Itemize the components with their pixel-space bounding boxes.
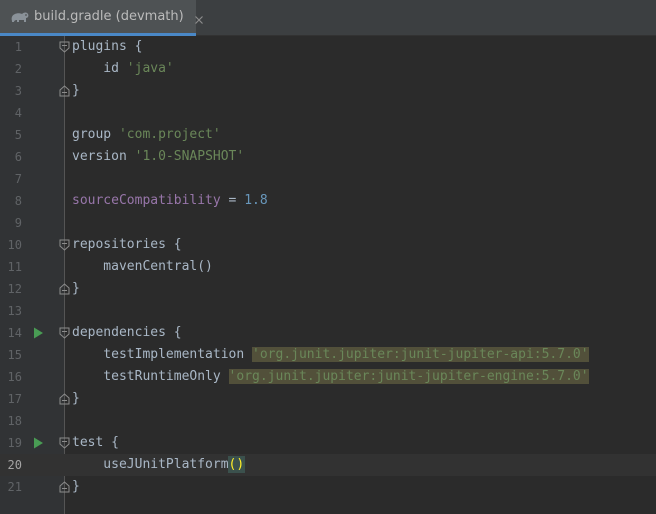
code-line[interactable]: 9 [0, 212, 656, 234]
code-line[interactable]: 4 [0, 102, 656, 124]
line-number: 4 [14, 106, 22, 120]
string-literal: 'com.project' [118, 127, 221, 142]
code-line[interactable]: 8 sourceCompatibility = 1.8 [0, 190, 656, 212]
fold-collapse-icon[interactable] [59, 327, 70, 339]
code-text[interactable]: id 'java' [72, 58, 174, 80]
code-line[interactable]: 20 useJUnitPlatform() [0, 454, 656, 476]
code-token: } [72, 83, 80, 98]
line-number: 13 [7, 304, 22, 318]
code-line[interactable]: 5 group 'com.project' [0, 124, 656, 146]
string-literal: 'java' [126, 61, 174, 76]
code-line[interactable]: 21} [0, 476, 656, 498]
property-name: sourceCompatibility [72, 193, 221, 208]
fold-collapse-icon[interactable] [59, 437, 70, 449]
code-token: testImplementation [72, 347, 253, 362]
line-number: 1 [14, 40, 22, 54]
code-text[interactable]: plugins { [72, 36, 142, 58]
fold-collapse-icon[interactable] [59, 41, 70, 53]
tab-build-gradle[interactable]: build.gradle (devmath) [0, 0, 203, 36]
code-token: dependencies { [72, 325, 182, 340]
line-number: 5 [14, 128, 22, 142]
code-token: = [220, 193, 245, 208]
code-token: useJUnitPlatform [72, 457, 229, 472]
code-text[interactable]: test { [72, 432, 119, 454]
line-number: 2 [14, 62, 22, 76]
line-number: 20 [7, 458, 22, 472]
line-number: 7 [14, 172, 22, 186]
line-number: 17 [7, 392, 22, 406]
code-text[interactable]: group 'com.project' [72, 124, 221, 146]
code-line[interactable]: 16 testRuntimeOnly 'org.junit.jupiter:ju… [0, 366, 656, 388]
editor-tab-bar: build.gradle (devmath) [0, 0, 656, 36]
code-line[interactable]: 2 id 'java' [0, 58, 656, 80]
line-number: 6 [14, 150, 22, 164]
fold-end-icon[interactable] [59, 85, 70, 97]
code-token: mavenCentral() [72, 259, 213, 274]
code-line[interactable]: 13 [0, 300, 656, 322]
code-line[interactable]: 19 test { [0, 432, 656, 454]
code-token: group [72, 127, 119, 142]
code-text[interactable]: version '1.0-SNAPSHOT' [72, 146, 244, 168]
line-number: 21 [7, 480, 22, 494]
code-line[interactable]: 17} [0, 388, 656, 410]
fold-end-icon[interactable] [59, 481, 70, 493]
line-number: 3 [14, 84, 22, 98]
line-number: 18 [7, 414, 22, 428]
code-text[interactable]: mavenCentral() [72, 256, 213, 278]
code-text[interactable]: repositories { [72, 234, 182, 256]
code-token: testRuntimeOnly [72, 369, 229, 384]
matched-paren: ) [235, 456, 246, 473]
fold-end-icon[interactable] [59, 283, 70, 295]
line-number: 19 [7, 436, 22, 450]
fold-end-icon[interactable] [59, 393, 70, 405]
code-text[interactable]: } [72, 388, 80, 410]
code-token: repositories { [72, 237, 182, 252]
code-text[interactable]: } [72, 80, 80, 102]
run-gutter-icon[interactable] [33, 327, 44, 339]
line-number: 12 [7, 282, 22, 296]
code-text[interactable]: sourceCompatibility = 1.8 [72, 190, 268, 212]
code-text[interactable]: useJUnitPlatform() [72, 454, 246, 476]
code-token: } [72, 391, 80, 406]
string-literal: 'org.junit.jupiter:junit-jupiter-api:5.7… [252, 347, 589, 362]
code-text[interactable]: } [72, 278, 80, 300]
code-text[interactable]: } [72, 476, 80, 498]
code-line[interactable]: 1 plugins { [0, 36, 656, 58]
line-number: 11 [7, 260, 22, 274]
line-number: 8 [14, 194, 22, 208]
code-line[interactable]: 18 [0, 410, 656, 432]
code-line[interactable]: 7 [0, 168, 656, 190]
line-number: 14 [7, 326, 22, 340]
code-line[interactable]: 3} [0, 80, 656, 102]
code-token: plugins { [72, 39, 143, 54]
line-number: 9 [14, 216, 22, 230]
close-icon[interactable] [193, 11, 205, 24]
line-number: 10 [7, 238, 22, 252]
code-token: } [72, 281, 80, 296]
code-line[interactable]: 6 version '1.0-SNAPSHOT' [0, 146, 656, 168]
line-number: 16 [7, 370, 22, 384]
code-token: id [72, 61, 127, 76]
number-literal: 1.8 [244, 193, 268, 208]
code-token: version [72, 149, 135, 164]
line-number: 15 [7, 348, 22, 362]
code-text[interactable]: testImplementation 'org.junit.jupiter:ju… [72, 344, 589, 366]
code-token: } [72, 479, 80, 494]
code-editor[interactable]: 1 plugins {2 id 'java' 3} 4 5 group 'com.proj… [0, 36, 656, 514]
ide-window: build.gradle (devmath) 1 plugins { 2 id 'j… [0, 0, 656, 514]
code-token: test { [72, 435, 119, 450]
fold-collapse-icon[interactable] [59, 239, 70, 251]
string-literal: '1.0-SNAPSHOT' [134, 149, 245, 164]
gradle-elephant-icon [9, 9, 31, 25]
code-line[interactable]: 14 dependencies { [0, 322, 656, 344]
code-text[interactable]: dependencies { [72, 322, 182, 344]
code-line[interactable]: 12} [0, 278, 656, 300]
code-line[interactable]: 11 mavenCentral() [0, 256, 656, 278]
code-line[interactable]: 15 testImplementation 'org.junit.jupiter… [0, 344, 656, 366]
string-literal: 'org.junit.jupiter:junit-jupiter-engine:… [228, 369, 589, 384]
tab-label: build.gradle (devmath) [34, 9, 184, 24]
code-text[interactable]: testRuntimeOnly 'org.junit.jupiter:junit… [72, 366, 589, 388]
run-gutter-icon[interactable] [33, 437, 44, 449]
code-line[interactable]: 10 repositories { [0, 234, 656, 256]
